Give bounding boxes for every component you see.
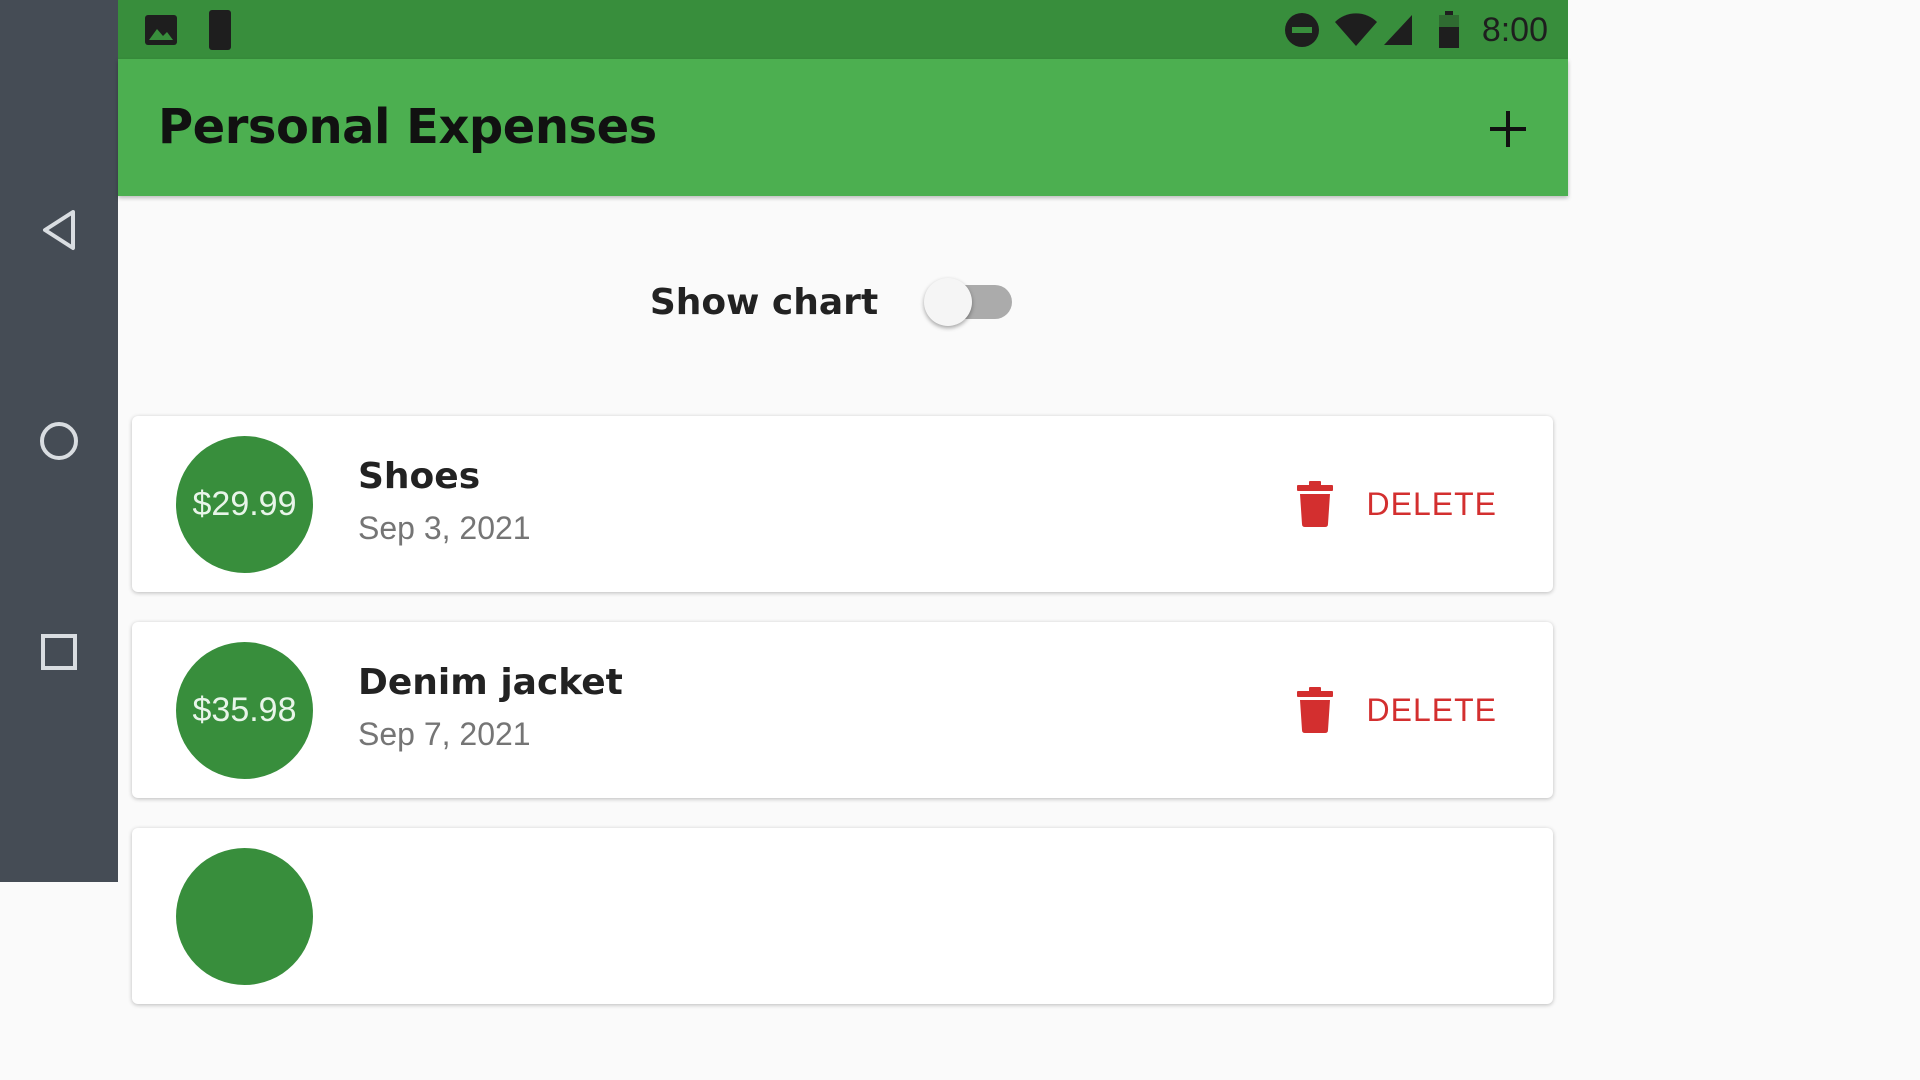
expense-title: Shoes [358,456,481,497]
back-button[interactable] [0,190,118,270]
home-button[interactable] [0,401,118,481]
expense-date: Sep 3, 2021 [358,510,531,546]
wifi-icon [1334,13,1378,47]
cell-signal-icon [1382,13,1414,47]
expense-title: Denim jacket [358,662,623,703]
show-chart-switch[interactable] [924,277,1014,327]
status-icons: 8:00 [1270,8,1548,52]
image-icon [144,14,178,50]
app-bar: Personal Expenses [118,59,1568,196]
expense-date: Sep 7, 2021 [358,716,531,752]
amount-badge: $35.98 [176,642,313,779]
app-screen: 8:00 Personal Expenses Show chart $29.99… [0,0,1568,1004]
trash-icon [1296,687,1333,733]
recents-button[interactable] [0,612,118,692]
moon-phone-icon [208,9,232,55]
trash-icon [1296,481,1333,527]
delete-label: DELETE [1366,691,1497,728]
recents-icon [41,634,77,670]
amount-badge: $29.99 [176,436,313,573]
add-expense-button[interactable] [1484,105,1532,153]
main-content: Show chart $29.99 Shoes Sep 3, 2021 DELE… [118,196,1568,1004]
delete-label: DELETE [1366,485,1497,522]
amount-badge [176,848,313,985]
battery-icon [1438,11,1460,49]
system-navigation-bar [0,0,118,882]
home-icon [40,422,78,460]
expense-card: $29.99 Shoes Sep 3, 2021 DELETE [132,416,1553,592]
clock: 8:00 [1481,10,1548,49]
do-not-disturb-icon [1284,12,1320,48]
status-bar: 8:00 [118,0,1568,59]
expense-card-partial [132,828,1553,1004]
page-title: Personal Expenses [158,99,657,155]
add-icon [1490,111,1526,147]
back-icon [43,210,75,250]
delete-button[interactable]: DELETE [1296,478,1497,530]
switch-thumb [924,278,973,326]
expense-card: $35.98 Denim jacket Sep 7, 2021 DELETE [132,622,1553,798]
show-chart-label: Show chart [649,281,879,323]
delete-button[interactable]: DELETE [1296,684,1497,736]
chart-toggle-row: Show chart [118,272,1568,332]
